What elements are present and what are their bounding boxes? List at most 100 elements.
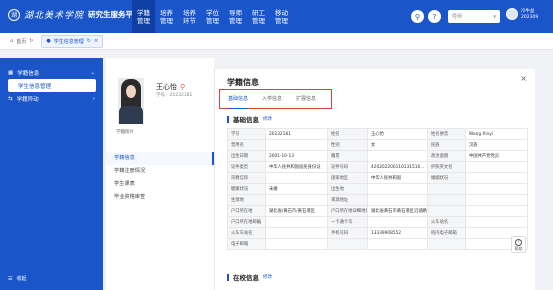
nav-item[interactable]: 学籍 管理 [132,0,155,33]
student-number-value: 20232181 [169,93,193,98]
chevron-down-icon: ⌄ [90,69,95,76]
tab-enrollment-info[interactable]: 入学信息 [262,89,282,109]
table-row: 电子邮箱 [227,238,528,250]
field-label: 来源地址 [327,194,368,206]
table-row: 健康状况 未婚 出生地 [227,183,528,195]
grid-icon: ▦ [8,69,14,76]
nav-item-line2: 管理 [275,16,288,25]
table-row: 户口所在地邮编 一卡通卡号 火车站名 [227,216,528,228]
field-value [465,205,528,217]
field-value [367,194,428,206]
refresh-icon[interactable]: ↻ [29,38,33,44]
field-value [265,216,328,228]
field-label [427,194,466,206]
logo-mark-icon: 湖 [8,8,20,21]
role-select[interactable]: 导师 ▾ [448,10,500,23]
field-label: 曾用名 [227,139,266,151]
sidebar: ▦ 学籍信息 ⌄ 学生信息管理 ⇆ 学籍异动 › ☰ 收起 [0,58,103,290]
edit-link[interactable]: 修改 [263,274,272,280]
nav-item-line1: 培养 [183,8,196,17]
edit-link[interactable]: 修改 [263,116,272,122]
field-label: 火车车站名 [227,227,266,239]
profile-menu: 学籍信息 学籍注册情况 学生课表 毕业资格审查 [106,152,214,204]
chevron-right-icon: › [92,95,95,102]
sidebar-item-label: 学籍信息 [17,70,40,77]
table-row: 证件类型 中华人民共和国居民身份证 证件号码 420202200110131516..… [227,161,528,173]
close-icon[interactable]: × [94,38,98,44]
nav-item-line2: 管理 [206,16,219,25]
tab-dot-icon: ● [46,38,51,44]
menu-icon: ☰ [8,275,13,282]
field-value: 汉族 [465,139,528,151]
field-value [465,183,528,195]
field-value [367,238,428,250]
user-info[interactable]: 冷牛益 202309 [521,9,538,21]
student-photo [118,78,144,124]
sidebar-item-status-change[interactable]: ⇆ 学籍异动 › [0,92,103,105]
profile-menu-item[interactable]: 学籍注册情况 [106,165,214,178]
logo-calligraphy: 湖北美术学院 [24,11,85,21]
profile-menu-item[interactable]: 毕业资格审查 [106,191,214,204]
section-title: 在校信息 [233,274,259,282]
field-label: 籍贯 [327,150,368,162]
nav-item[interactable]: 学位 管理 [201,0,224,33]
field-value [465,194,528,206]
tab-basic-info[interactable]: 基础信息 [228,89,249,109]
nav-item-line1: 学位 [206,8,219,17]
nav-item[interactable]: 培养 管理 [155,0,178,33]
sidebar-subitem-student-info[interactable]: 学生信息管理 [8,79,96,92]
field-label [427,205,466,217]
nav-item[interactable]: 移动 管理 [270,0,293,33]
refresh-icon[interactable]: ↻ [87,38,91,44]
table-row: 曾用名 性别女民族 汉族 [227,139,528,151]
profile-menu-item[interactable]: 学籍信息 [106,152,214,165]
nav-item[interactable]: 导师 管理 [224,0,247,33]
nav-item-line1: 移动 [275,8,288,17]
nav-item[interactable]: 研工 管理 [247,0,270,33]
field-label: 健康状况 [227,183,266,195]
field-label: 姓名拼音 [427,128,466,140]
nav-item-line1: 培养 [160,8,173,17]
search-icon[interactable]: ⚲ [411,10,424,23]
field-label: 户口所在地详细地址 [327,205,368,217]
field-value [367,183,428,195]
tab-extended-info[interactable]: 扩展信息 [296,89,316,109]
field-value: 中国共产党党员 [465,150,528,162]
tab-student-info[interactable]: ● 学生信息管理 ↻ × [41,34,104,48]
app-logo[interactable]: 湖 湖北美术学院 研究生服务平台 [8,8,141,21]
profile-menu-item[interactable]: 学生课表 [106,178,214,191]
section-title: 基础信息 [233,116,259,124]
field-label: 宗教信仰 [227,172,266,184]
field-value: 中华人民共和国居民身份证 [265,161,328,173]
table-row: 宗教信仰 国家地区 中华人民共和国 婚姻状况 [227,172,528,184]
tab-home-label: 首页 [16,38,27,45]
nav-item[interactable]: 培养 环节 [178,0,201,33]
field-label: 生源地 [227,194,266,206]
help-icon[interactable]: ? [428,10,441,23]
close-icon[interactable]: × [520,74,527,83]
field-value: 13339908552 [367,227,428,239]
chevron-down-icon: ▾ [493,13,496,20]
field-value: 湖北省黄石市黄石港区沿湖路学府小区1004 [367,205,428,217]
top-bar: 湖 湖北美术学院 研究生服务平台 学籍 管理 培养 管理 培养 环节 学位 管理 导师 管理 研工管… [0,0,553,33]
help-button[interactable]: ? 帮助 [511,236,526,253]
panel-title: 学籍信息 [227,78,259,87]
field-label: 证件号码 [327,161,368,173]
nav-item-line2: 环节 [183,16,196,25]
field-value [367,150,428,162]
student-name-text: 王心怡 [156,83,177,91]
avatar[interactable] [506,8,518,20]
field-label: 国家地区 [327,172,368,184]
main-nav: 学籍 管理 培养 管理 培养 环节 学位 管理 导师 管理 研工 管理 移动 管理 [132,0,293,33]
tab-home[interactable]: ⌂ 首页 ↻ [6,36,37,47]
field-label: 护照英文名 [427,161,466,173]
nav-item-line2: 管理 [252,16,265,25]
swap-icon: ⇆ [8,95,13,102]
sidebar-item-student-records[interactable]: ▦ 学籍信息 ⌄ [0,66,103,79]
field-label: 一卡通卡号 [327,216,368,228]
field-label [427,238,466,250]
field-value: 王心怡 [367,128,428,140]
sidebar-collapse[interactable]: ☰ 收起 [8,275,27,283]
field-label [327,238,368,250]
basic-info-table: 学号 20232181 姓名 王心怡 姓名拼音 Wang Xinyi 曾用名 性别女民族 汉族出… [227,128,528,250]
